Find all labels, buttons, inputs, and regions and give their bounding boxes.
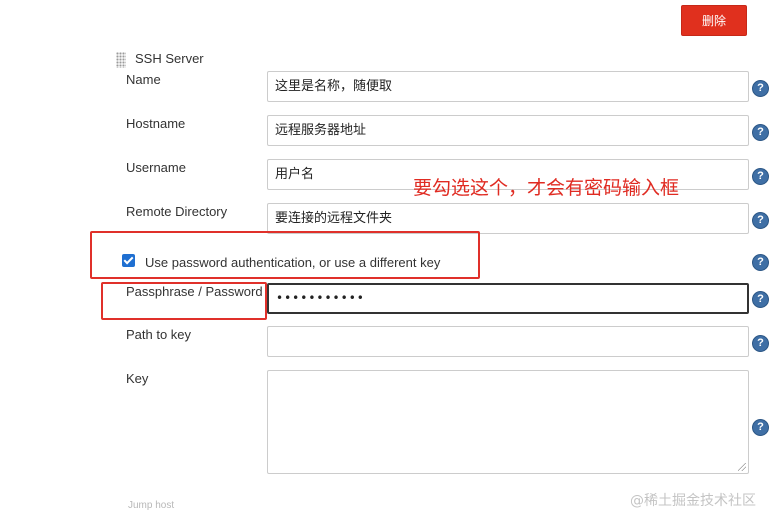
section-title: SSH Server bbox=[135, 51, 204, 66]
key-help-icon[interactable]: ? bbox=[752, 419, 769, 436]
name-label: Name bbox=[126, 72, 161, 87]
use-password-help-icon[interactable]: ? bbox=[752, 254, 769, 271]
drag-handle-icon[interactable] bbox=[116, 52, 126, 68]
annotation-text: 要勾选这个，才会有密码输入框 bbox=[413, 177, 680, 199]
key-textarea[interactable] bbox=[267, 370, 749, 474]
key-label: Key bbox=[126, 371, 149, 386]
passphrase-input[interactable]: ••••••••••• bbox=[267, 283, 749, 314]
delete-button[interactable]: 删除 bbox=[681, 5, 747, 36]
resize-grip-icon[interactable] bbox=[738, 463, 746, 471]
watermark: @稀土掘金技术社区 bbox=[630, 493, 756, 509]
path-to-key-label: Path to key bbox=[126, 327, 192, 342]
hostname-label: Hostname bbox=[126, 116, 186, 131]
name-help-icon[interactable]: ? bbox=[752, 80, 769, 97]
remote-directory-label: Remote Directory bbox=[126, 204, 228, 219]
username-label: Username bbox=[126, 160, 186, 175]
ssh-server-config-panel: 删除 SSH Server Name 这里是名称，随便取 ? Hostname … bbox=[0, 0, 784, 514]
remote-directory-help-icon[interactable]: ? bbox=[752, 212, 769, 229]
annotation-box-password bbox=[101, 282, 267, 320]
annotation-box-checkbox bbox=[90, 231, 480, 279]
jump-host-label: Jump host bbox=[128, 500, 175, 511]
username-help-icon[interactable]: ? bbox=[752, 168, 769, 185]
passphrase-help-icon[interactable]: ? bbox=[752, 291, 769, 308]
name-input[interactable]: 这里是名称，随便取 bbox=[267, 71, 749, 102]
hostname-help-icon[interactable]: ? bbox=[752, 124, 769, 141]
path-to-key-help-icon[interactable]: ? bbox=[752, 335, 769, 352]
remote-directory-input[interactable]: 要连接的远程文件夹 bbox=[267, 203, 749, 234]
hostname-input[interactable]: 远程服务器地址 bbox=[267, 115, 749, 146]
path-to-key-input[interactable] bbox=[267, 326, 749, 357]
